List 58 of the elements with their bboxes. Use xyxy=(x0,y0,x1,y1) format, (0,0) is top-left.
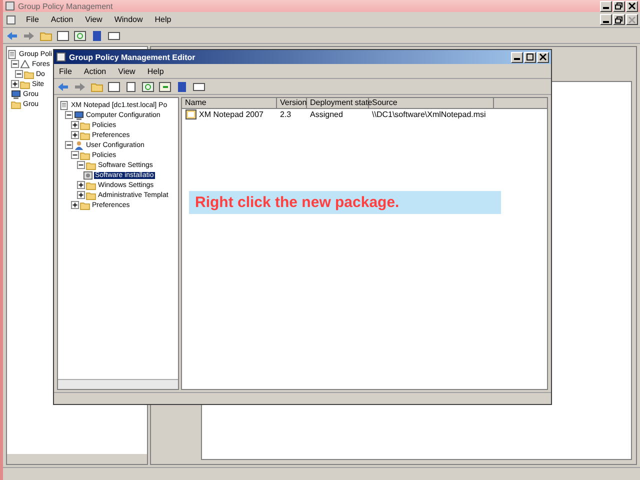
restore-button[interactable] xyxy=(613,14,625,25)
close-button[interactable] xyxy=(626,0,638,12)
collapse-toggle[interactable] xyxy=(11,60,19,68)
table-cell-text: 2.3 xyxy=(279,110,292,119)
column-header[interactable]: Version xyxy=(277,98,307,108)
computer-icon xyxy=(11,90,21,98)
menu-item[interactable]: View xyxy=(116,66,138,76)
expand-toggle[interactable] xyxy=(77,191,85,199)
menu-item[interactable]: Action xyxy=(82,66,108,76)
menu-item[interactable]: File xyxy=(24,15,41,24)
panel-icon[interactable] xyxy=(193,82,205,92)
minimize-button[interactable] xyxy=(511,52,523,62)
menu-item[interactable]: View xyxy=(83,15,104,24)
close-button[interactable] xyxy=(537,52,549,62)
collapse-toggle[interactable] xyxy=(77,161,85,169)
app-icon xyxy=(5,1,15,11)
folder-icon xyxy=(11,100,21,108)
maximize-button[interactable] xyxy=(524,52,536,62)
scrollbar[interactable] xyxy=(58,379,178,389)
collapse-toggle[interactable] xyxy=(15,70,23,78)
back-arrow-icon[interactable] xyxy=(6,30,18,40)
collapse-toggle[interactable] xyxy=(65,111,73,119)
column-header[interactable]: Name xyxy=(182,98,277,108)
menu-item[interactable]: Window xyxy=(112,15,145,24)
panel-icon[interactable] xyxy=(108,30,120,40)
instruction-text: Right click the new package. xyxy=(195,194,400,211)
collapse-toggle[interactable] xyxy=(71,151,79,159)
collapse-toggle[interactable] xyxy=(65,141,73,149)
menu-item[interactable]: File xyxy=(57,66,74,76)
computer-icon xyxy=(74,110,84,120)
scrollbar[interactable] xyxy=(7,454,147,464)
expand-toggle[interactable] xyxy=(71,121,79,129)
minimize-button[interactable] xyxy=(600,14,612,25)
expand-toggle[interactable] xyxy=(71,131,79,139)
panel-icon[interactable] xyxy=(108,82,120,92)
restore-button[interactable] xyxy=(613,0,625,12)
expand-toggle[interactable] xyxy=(11,80,19,88)
table-cell-text: \\DC1\software\XmlNotepad.msi xyxy=(371,110,487,119)
table-cell: XM Notepad 2007 xyxy=(182,109,277,120)
document-icon[interactable] xyxy=(125,82,137,92)
table-cell-text: Assigned xyxy=(309,110,344,119)
menu-item[interactable]: Action xyxy=(48,15,76,24)
user-icon xyxy=(74,140,84,150)
disc-icon xyxy=(83,170,93,180)
menu-item[interactable]: Help xyxy=(145,66,166,76)
back-arrow-icon[interactable] xyxy=(57,82,69,92)
expand-toggle[interactable] xyxy=(71,201,79,209)
document-icon xyxy=(6,14,16,24)
window-title: Group Policy Management Editor xyxy=(69,52,196,62)
panel-icon[interactable] xyxy=(57,30,69,40)
window-title: Group Policy Management xyxy=(18,2,113,10)
expand-toggle[interactable] xyxy=(77,181,85,189)
package-icon xyxy=(185,109,197,120)
menu-item[interactable]: Help xyxy=(152,15,174,24)
close-button[interactable] xyxy=(626,14,638,25)
minimize-button[interactable] xyxy=(600,0,612,12)
app-icon xyxy=(56,52,66,62)
triangle-icon xyxy=(20,60,30,68)
